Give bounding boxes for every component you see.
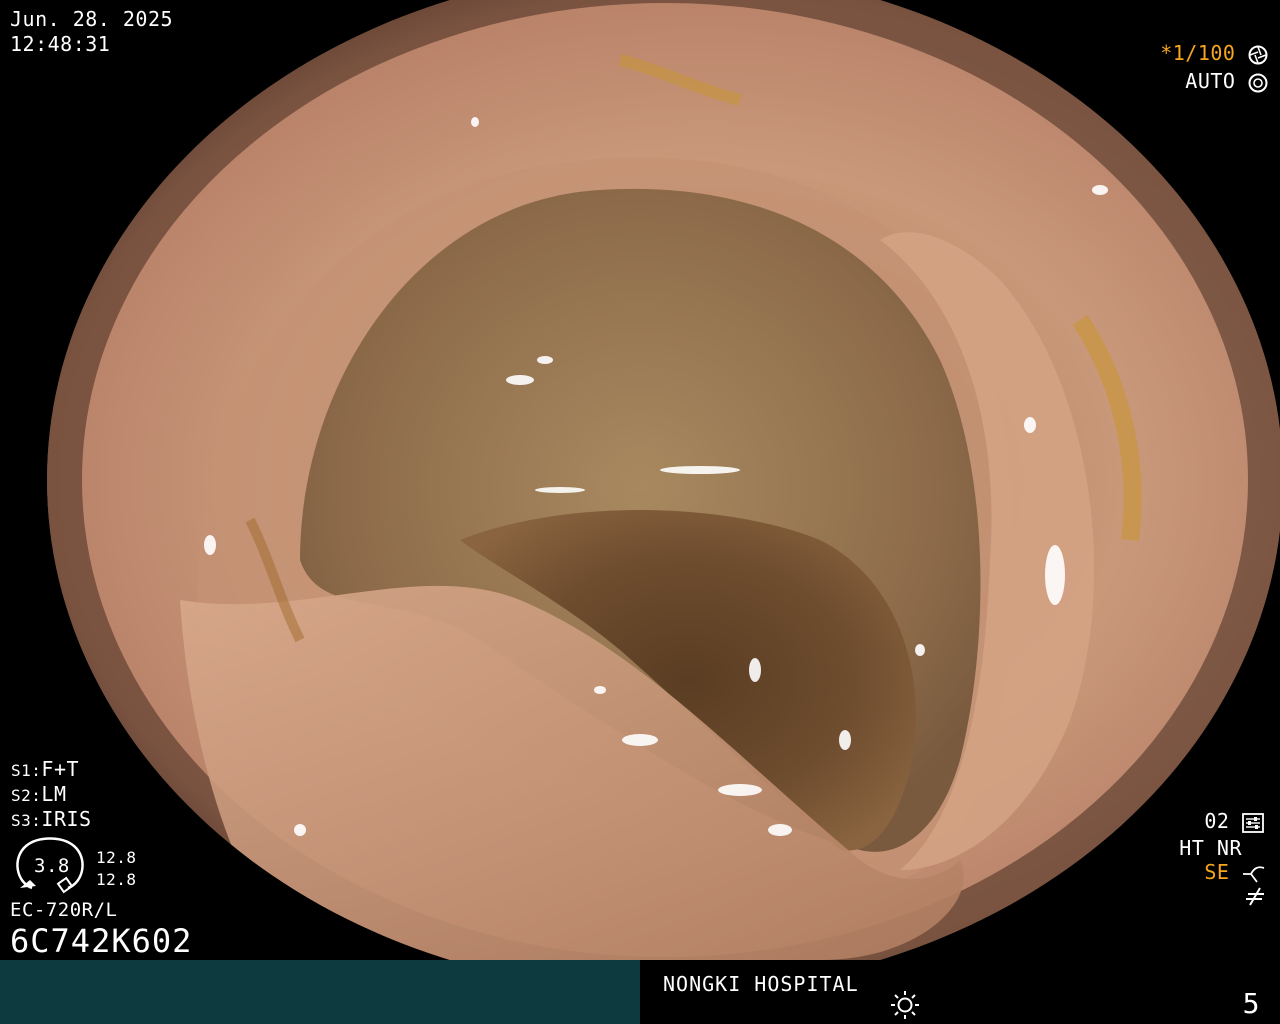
status-line-2: HT NR [1179, 836, 1242, 860]
settings-sliders-icon [1242, 812, 1264, 833]
footer-right-panel: NONGKI HOSPITAL 5 [640, 960, 1280, 1024]
hospital-name: NONGKI HOSPITAL [663, 972, 859, 996]
gauge-top-value: 12.8 [96, 848, 137, 867]
footer-bar: NONGKI HOSPITAL 5 [0, 960, 1280, 1024]
status-line-3: SE [1204, 862, 1266, 884]
scope-model: EC-720R/L [10, 899, 118, 921]
gauge-bottom-value: 12.8 [96, 870, 137, 889]
footer-left-panel [0, 960, 640, 1024]
aperture-icon [1248, 45, 1268, 64]
s1-label: S1: [11, 761, 42, 780]
freeze-off-icon [1246, 887, 1264, 906]
status-line-1: 02 [1204, 811, 1264, 833]
s2-label: S2: [11, 786, 42, 805]
status-line-3-value: SE [1204, 860, 1230, 884]
setting-s2: S2:LM [11, 784, 67, 804]
page-number: 5 [1242, 987, 1260, 1020]
structure-enhance-icon [1243, 865, 1265, 883]
time-text: 12:48:31 [10, 32, 111, 56]
s3-label: S3: [11, 811, 42, 830]
gauge-center-value: 3.8 [34, 855, 70, 877]
setting-s1: S1:F+T [11, 759, 79, 779]
scope-serial: 6C742K602 [10, 922, 193, 960]
iris-icon [1248, 73, 1268, 92]
sun-icon [891, 991, 919, 1019]
date-text: Jun. 28. 2025 [10, 7, 174, 31]
setting-s3: S3:IRIS [11, 809, 92, 829]
iris-mode: AUTO [1185, 71, 1268, 93]
s1-value: F+T [41, 757, 80, 781]
s3-value: IRIS [41, 807, 92, 831]
status-line-1-value: 02 [1204, 809, 1230, 833]
shutter-value: *1/100 [1160, 41, 1236, 65]
endoscope-image [0, 0, 1280, 960]
iris-mode-value: AUTO [1185, 69, 1236, 93]
s2-value: LM [41, 782, 67, 806]
shutter-speed: *1/100 [1160, 43, 1268, 65]
